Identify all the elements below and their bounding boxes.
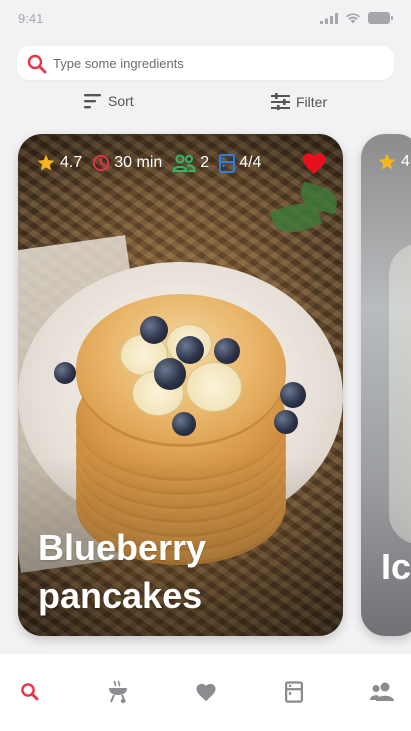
recipe-title-line-2: pancakes	[38, 575, 203, 616]
tab-search[interactable]	[14, 676, 46, 708]
rating: 4.7	[36, 153, 82, 173]
sort-icon	[84, 94, 101, 109]
recipe-title-line-1: Blueberry	[38, 527, 207, 568]
star-icon	[37, 154, 55, 171]
people-icon	[172, 154, 196, 172]
sort-button[interactable]: Sort	[84, 93, 134, 109]
filter-label: Filter	[296, 93, 328, 110]
next-card-rating: 4	[377, 152, 410, 172]
toolbar: Sort Filter	[0, 93, 411, 117]
search-bar[interactable]	[17, 46, 394, 80]
filter-button[interactable]: Filter	[271, 93, 327, 110]
servings-value: 2	[200, 154, 210, 171]
status-bar: 9:41	[0, 0, 411, 36]
recipe-card[interactable]: 4.7 30 min 2 4/4 Blueberry pancakes	[18, 134, 343, 636]
fridge-icon	[285, 681, 303, 703]
next-card-rating-value: 4	[401, 153, 410, 170]
clock-icon	[93, 154, 110, 172]
tab-favorites[interactable]	[190, 676, 222, 708]
search-icon	[27, 54, 47, 74]
search-input[interactable]	[53, 46, 383, 80]
cook-time: 30 min	[92, 154, 162, 172]
recipe-title: Blueberry pancakes	[38, 524, 206, 620]
cellular-signal-icon	[320, 12, 338, 24]
ingredients-available: 4/4	[219, 153, 262, 173]
ingredients-value: 4/4	[239, 154, 262, 171]
fridge-icon	[219, 153, 236, 173]
recipe-card-next[interactable]: 4 Ic	[361, 134, 411, 636]
recipe-meta: 4.7 30 min 2 4/4	[36, 152, 271, 174]
battery-icon	[368, 12, 393, 24]
cook-time-value: 30 min	[114, 154, 163, 171]
people-icon	[370, 682, 394, 701]
filter-sliders-icon	[271, 93, 290, 110]
rating-value: 4.7	[60, 154, 83, 171]
tab-fridge[interactable]	[278, 676, 310, 708]
search-icon	[21, 683, 39, 701]
heart-icon	[196, 683, 216, 702]
sort-label: Sort	[108, 93, 134, 109]
tab-people[interactable]	[366, 676, 398, 708]
wifi-icon	[346, 13, 360, 24]
bottom-tab-bar	[0, 654, 411, 731]
status-icons	[320, 12, 393, 24]
grill-icon	[109, 680, 127, 704]
star-icon	[378, 153, 396, 170]
favorite-heart-icon[interactable]	[301, 151, 327, 175]
status-time: 9:41	[18, 11, 44, 26]
next-card-title: Ic	[381, 546, 411, 587]
servings: 2	[172, 154, 209, 172]
tab-grill[interactable]	[102, 676, 134, 708]
